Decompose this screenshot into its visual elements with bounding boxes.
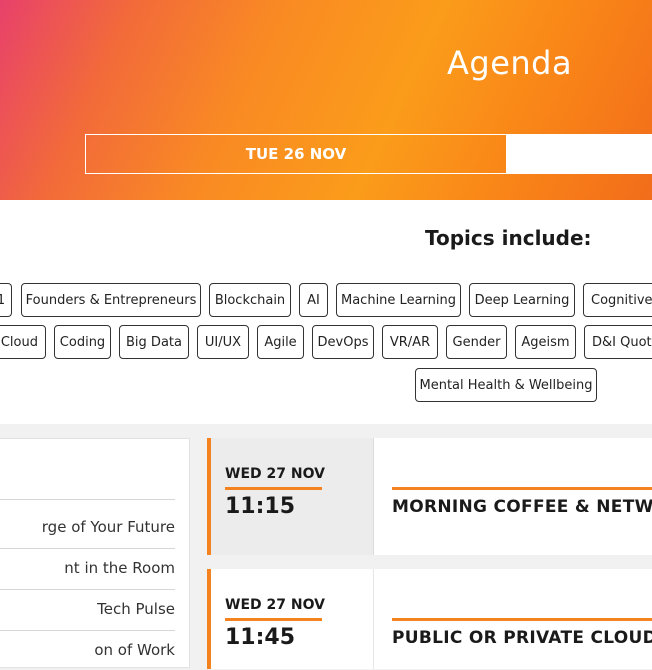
topic-chip-cloud[interactable]: Cloud (0, 325, 46, 359)
sidebar-item-label: Tech Pulse (97, 600, 175, 618)
sidebar-item[interactable]: rge of Your Future (0, 507, 175, 547)
session-title[interactable]: PUBLIC OR PRIVATE CLOUD? (392, 628, 652, 648)
topic-chip-deep-learning[interactable]: Deep Learning (469, 283, 575, 317)
sidebar-item-label: rge of Your Future (41, 518, 175, 536)
session-date: WED 27 NOV (225, 466, 325, 482)
topic-chip-di-quota[interactable]: D&I Quota (584, 325, 652, 359)
topic-chip-blockchain[interactable]: Blockchain (209, 283, 291, 317)
agenda-session[interactable]: WED 27 NOV 11:45 PUBLIC OR PRIVATE CLOUD… (207, 569, 652, 669)
topic-chip-ai[interactable]: AI (299, 283, 328, 317)
sidebar-item[interactable]: on of Work (0, 630, 175, 670)
topic-chip-big-data[interactable]: Big Data (119, 325, 189, 359)
topics-section: Topics include: 1 Founders & Entrepreneu… (0, 200, 652, 424)
title-rule (392, 487, 652, 490)
topic-chip[interactable]: 1 (0, 283, 12, 317)
topic-chip-agile[interactable]: Agile (257, 325, 304, 359)
agenda-hero: Agenda TUE 26 NOV (0, 0, 652, 200)
tab-day-tue-26-nov[interactable]: TUE 26 NOV (85, 134, 507, 174)
session-time: 11:45 (225, 625, 296, 650)
topics-heading: Topics include: (425, 226, 592, 250)
topic-chip-ageism[interactable]: Ageism (515, 325, 576, 359)
sidebar-item-label: on of Work (94, 641, 175, 659)
agenda-session[interactable]: WED 27 NOV 11:15 MORNING COFFEE & NETWO (207, 438, 652, 555)
topic-chip-ui-ux[interactable]: UI/UX (197, 325, 249, 359)
topic-chip-coding[interactable]: Coding (54, 325, 111, 359)
session-title[interactable]: MORNING COFFEE & NETWO (392, 497, 652, 517)
sidebar-track-list: rge of Your Future nt in the Room Tech P… (0, 438, 190, 668)
topic-chip-cognitive[interactable]: Cognitive (583, 283, 652, 317)
topic-chip-machine-learning[interactable]: Machine Learning (336, 283, 461, 317)
date-underline (225, 487, 322, 490)
session-time: 11:15 (225, 494, 296, 519)
tab-day-next[interactable] (507, 134, 652, 174)
session-time-column: WED 27 NOV 11:15 (211, 438, 374, 555)
divider (0, 499, 175, 500)
page-title: Agenda (447, 44, 573, 82)
topic-chip-devops[interactable]: DevOps (312, 325, 374, 359)
title-rule (392, 618, 652, 621)
sidebar-item-label: nt in the Room (64, 559, 175, 577)
sidebar-item[interactable]: nt in the Room (0, 548, 175, 588)
topic-chip-gender[interactable]: Gender (446, 325, 507, 359)
sidebar-item[interactable]: Tech Pulse (0, 589, 175, 629)
topic-chip-vr-ar[interactable]: VR/AR (382, 325, 438, 359)
session-date: WED 27 NOV (225, 597, 325, 613)
topic-chip-mental-health[interactable]: Mental Health & Wellbeing (415, 368, 597, 402)
date-underline (225, 618, 322, 621)
session-time-column: WED 27 NOV 11:45 (211, 569, 374, 669)
topic-chip-founders[interactable]: Founders & Entrepreneurs (21, 283, 201, 317)
